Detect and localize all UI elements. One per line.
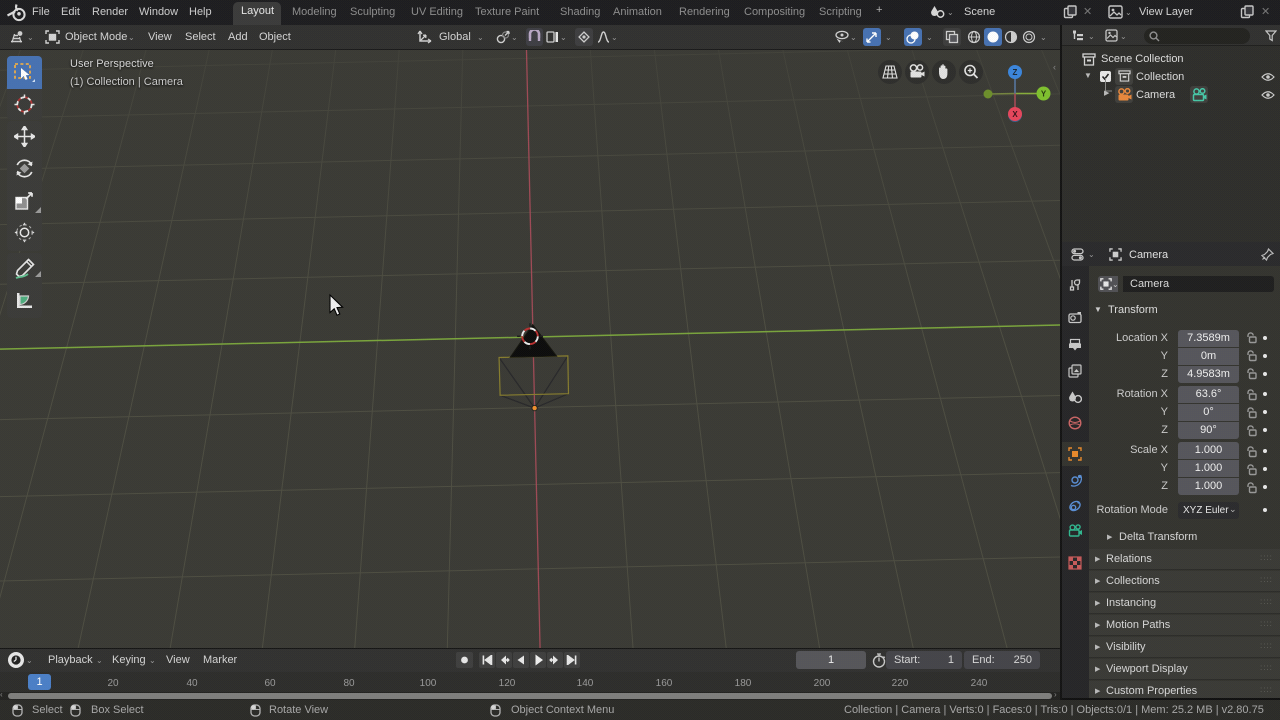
svg-text:Y: Y (1041, 90, 1047, 99)
svg-text:X: X (1012, 110, 1018, 119)
svg-text:Z: Z (1013, 68, 1018, 77)
